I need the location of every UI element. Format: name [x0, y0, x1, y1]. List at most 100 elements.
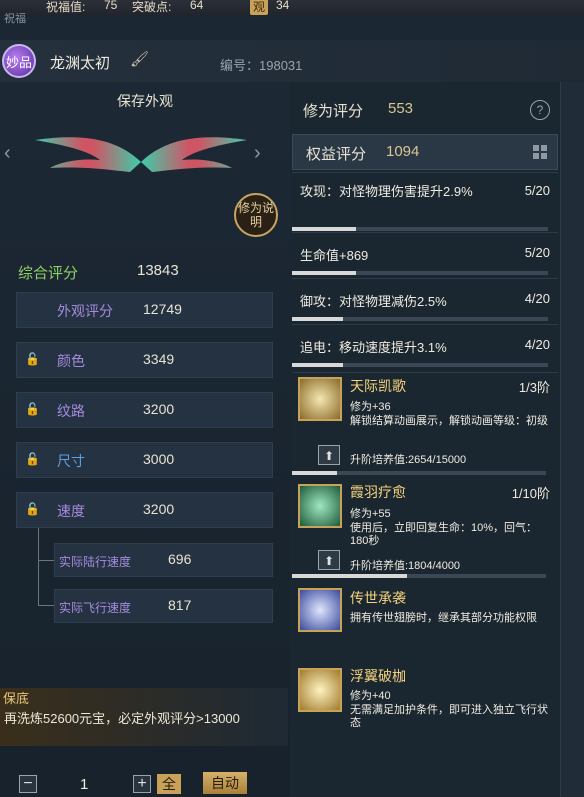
skill-desc: 无需满足加护条件，即可进入独立飞行状态	[350, 704, 548, 729]
stat-value: 3200	[143, 401, 175, 417]
skill-desc: 解锁结算动画展示，解锁动画等级：初级	[350, 415, 548, 427]
breakthrough-label: 突破点:	[132, 0, 172, 14]
stat-value: 3000	[143, 451, 175, 467]
max-quantity-button[interactable]: 全	[157, 774, 181, 794]
cultivation-score-value: 553	[388, 100, 414, 117]
top-status-bar: 祝福值: 75 突破点: 64 观 34	[0, 0, 584, 16]
skill-card[interactable]: 浮翼破枷 修为+40 无需满足加护条件，即可进入独立飞行状态	[292, 662, 558, 742]
decrease-button[interactable]: −	[19, 775, 37, 793]
stat-label: 尺寸	[57, 453, 85, 469]
lock-icon[interactable]: 🔓	[25, 352, 40, 366]
total-score-value: 13843	[137, 262, 179, 279]
total-score-label: 综合评分	[18, 265, 79, 282]
bonus-stat-bar-fill	[292, 363, 344, 367]
skill-icon[interactable]	[298, 668, 342, 712]
bonus-stat-bar-fill	[292, 227, 356, 231]
bonus-stat-bar	[292, 227, 548, 231]
skill-upgrade-bar	[292, 574, 546, 578]
quality-badge: 妙品	[2, 44, 36, 78]
bonus-stat-bar-fill	[292, 271, 356, 275]
breakthrough-value: 64	[190, 0, 204, 12]
skill-card[interactable]: 传世承袭 拥有传世翅膀时，继承其部分功能权限	[292, 584, 558, 654]
skill-icon[interactable]	[298, 377, 342, 421]
benefit-score-value: 1094	[386, 143, 420, 160]
arrow-up-icon[interactable]: ⬆	[318, 550, 340, 570]
guan-badge: 观	[250, 0, 269, 15]
stat-value: 3200	[143, 501, 175, 517]
skill-card[interactable]: 天际凯歌 1/3阶 修为+36 解锁结算动画展示，解锁动画等级：初级 ⬆ 升阶培…	[292, 372, 558, 479]
sub-stat-label: 实际陆行速度	[59, 555, 132, 569]
skill-desc: 修为+55	[350, 508, 391, 520]
bonus-stat-count: 4/20	[524, 291, 550, 306]
benefit-score-label: 权益评分	[306, 146, 367, 163]
grid-icon[interactable]	[533, 145, 547, 159]
wings-preview-image	[35, 137, 247, 172]
skill-icon[interactable]	[298, 588, 342, 632]
blessing-label: 祝福值:	[46, 0, 86, 14]
appearance-score-label: 外观评分	[57, 303, 113, 319]
bonus-stat-bar	[292, 317, 548, 321]
skill-desc: 修为+36	[350, 401, 391, 413]
skill-desc: 修为+40	[350, 690, 391, 702]
auto-button[interactable]: 自动	[203, 772, 247, 794]
increase-button[interactable]: +	[133, 775, 151, 793]
blessing-value: 75	[104, 0, 118, 12]
tree-connector	[38, 528, 55, 606]
cultivation-explain-button[interactable]: 修为说明	[234, 193, 278, 237]
skill-level: 1/3阶	[518, 380, 550, 395]
skill-name: 天际凯歌	[350, 378, 406, 394]
skill-upgrade-bar-fill	[292, 574, 407, 578]
stat-label: 速度	[57, 503, 85, 519]
tree-branch	[38, 605, 54, 606]
question-icon[interactable]: ?	[530, 100, 550, 120]
upgrade-progress-text: 升阶培养值:1804/4000	[350, 560, 461, 572]
skill-card[interactable]: 霞羽疗愈 1/10阶 修为+55 使用后，立即回复生命：10%，回气：180秒 …	[292, 478, 558, 578]
sub-stat-value: 817	[168, 597, 192, 613]
skill-desc: 拥有传世翅膀时，继承其部分功能权限	[350, 612, 537, 624]
bonus-stat-row: 攻现：对怪物理伤害提升2.9% 5/20	[292, 172, 558, 233]
skill-name: 霞羽疗愈	[350, 484, 406, 500]
guarantee-text: 再洗炼52600元宝，必定外观评分>13000	[4, 711, 240, 726]
land-speed-row: 实际陆行速度 696	[54, 543, 273, 577]
skill-name: 传世承袭	[350, 590, 406, 606]
skill-upgrade-bar-fill	[292, 471, 337, 475]
skill-icon[interactable]	[298, 484, 342, 528]
bonus-stat-count: 5/20	[524, 245, 550, 260]
bonus-stat-bar	[292, 363, 548, 367]
bonus-stat-text: 追电：移动速度提升3.1%	[300, 340, 447, 355]
bonus-stat-bar	[292, 271, 548, 275]
guarantee-title: 保底	[3, 691, 30, 706]
save-appearance-title: 保存外观	[117, 93, 173, 109]
stat-label: 颜色	[57, 353, 85, 369]
tree-branch	[38, 560, 54, 561]
stat-row-color[interactable]: 🔓 颜色 3349	[16, 342, 273, 378]
side-scrollbar[interactable]	[560, 82, 584, 797]
next-arrow-icon[interactable]: ›	[254, 142, 261, 165]
stat-row-size[interactable]: 🔓 尺寸 3000	[16, 442, 273, 478]
cultivation-score-label: 修为评分	[303, 103, 364, 120]
bonus-stat-text: 生命值+869	[300, 248, 369, 263]
lock-icon[interactable]: 🔓	[25, 452, 40, 466]
lock-icon[interactable]: 🔓	[25, 502, 40, 516]
bonus-stat-text: 御攻：对怪物理减伤2.5%	[300, 294, 447, 309]
appearance-score-value: 12749	[143, 301, 182, 317]
sub-stat-value: 696	[168, 551, 192, 567]
stat-row-speed[interactable]: 🔓 速度 3200	[16, 492, 273, 528]
arrow-up-icon[interactable]: ⬆	[318, 445, 340, 465]
lock-icon[interactable]: 🔓	[25, 402, 40, 416]
bonus-stat-count: 4/20	[524, 337, 550, 352]
skill-name: 浮翼破枷	[350, 668, 406, 684]
skill-upgrade-bar	[292, 471, 546, 475]
bonus-stat-bar-fill	[292, 317, 344, 321]
bonus-stat-count: 5/20	[524, 183, 550, 198]
skill-level: 1/10阶	[511, 486, 550, 501]
stat-label: 纹路	[57, 403, 85, 419]
prev-arrow-icon[interactable]: ‹	[4, 142, 11, 165]
brush-icon[interactable]: 🖌	[130, 50, 149, 68]
stat-value: 3349	[143, 351, 175, 367]
bonus-stat-row: 御攻：对怪物理减伤2.5% 4/20	[292, 278, 558, 325]
stat-row-pattern[interactable]: 🔓 纹路 3200	[16, 392, 273, 428]
bonus-stat-row: 追电：移动速度提升3.1% 4/20	[292, 324, 558, 371]
sub-stat-label: 实际飞行速度	[59, 601, 132, 615]
quantity-value[interactable]: 1	[80, 776, 88, 793]
